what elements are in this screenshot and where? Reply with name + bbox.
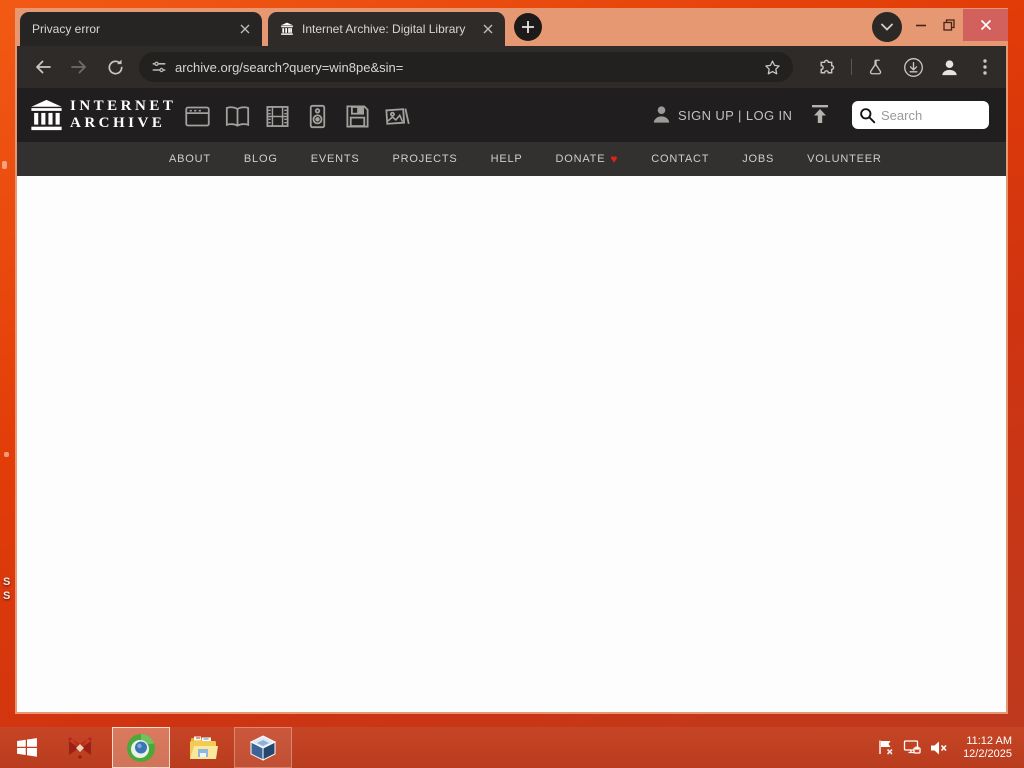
url-text[interactable]: archive.org/search?query=win8pe&sin= <box>175 60 756 75</box>
tab-title: Privacy error <box>32 22 101 36</box>
red-app-icon <box>68 736 92 759</box>
taskbar-clock[interactable]: 11:12 AM 12/2/2025 <box>963 735 1012 761</box>
reload-icon <box>107 59 123 75</box>
wordmark-line2: ARCHIVE <box>70 115 166 131</box>
profile-avatar-icon <box>941 59 957 75</box>
windows-logo-icon <box>17 738 37 757</box>
person-icon <box>651 104 672 125</box>
forward-button[interactable] <box>67 55 91 79</box>
tab-search-button[interactable] <box>872 12 902 42</box>
system-tray: 11:12 AM 12/2/2025 <box>877 727 1024 768</box>
close-window-button[interactable] <box>963 9 1008 41</box>
close-icon[interactable] <box>237 21 253 37</box>
signup-login-link[interactable]: SIGN UP | LOG IN <box>678 108 792 123</box>
browser-menu-button[interactable] <box>973 55 997 79</box>
texts-media-icon[interactable] <box>223 102 251 130</box>
volume-muted-icon[interactable] <box>930 740 948 756</box>
file-explorer-icon <box>190 736 218 759</box>
tab-title: Internet Archive: Digital Library <box>302 22 466 36</box>
network-status-icon[interactable] <box>903 739 921 756</box>
wordmark-line1: INTERNET <box>70 98 177 114</box>
nav-item-about[interactable]: ABOUT <box>169 153 211 165</box>
extensions-puzzle-icon <box>820 59 834 73</box>
tab-privacy-error[interactable]: Privacy error <box>20 12 262 46</box>
nav-item-jobs[interactable]: JOBS <box>742 153 774 165</box>
audio-media-icon[interactable] <box>303 102 331 130</box>
nav-item-volunteer[interactable]: VOLUNTEER <box>807 153 881 165</box>
nav-item-donate[interactable]: DONATE ♥ <box>556 153 619 165</box>
forward-icon <box>71 60 86 74</box>
chevron-down-icon <box>881 23 893 31</box>
download-icon <box>903 57 923 77</box>
back-button[interactable] <box>31 55 55 79</box>
minimize-button[interactable] <box>907 8 935 42</box>
nav-item-projects[interactable]: PROJECTS <box>393 153 458 165</box>
profile-button[interactable] <box>937 55 961 79</box>
bookmark-star-icon[interactable] <box>764 59 781 76</box>
downloads-button[interactable] <box>901 55 925 79</box>
action-center-flag-icon[interactable] <box>877 739 894 756</box>
site-nav-bar: ABOUT BLOG EVENTS PROJECTS HELP DONATE ♥… <box>17 142 1006 176</box>
windows-taskbar: 11:12 AM 12/2/2025 <box>0 727 1024 768</box>
close-icon <box>980 19 992 31</box>
browser-window: Privacy error Internet Archive: Digital … <box>15 8 1008 714</box>
nav-donate-label: DONATE <box>555 153 606 165</box>
video-media-icon[interactable] <box>263 102 291 130</box>
labs-button[interactable] <box>864 55 888 79</box>
tab-strip: Privacy error Internet Archive: Digital … <box>15 8 1008 46</box>
kebab-menu-icon <box>983 59 987 75</box>
virtualbox-icon <box>249 734 277 761</box>
images-media-icon[interactable] <box>383 102 411 130</box>
site-search-box[interactable] <box>852 101 989 129</box>
nav-item-events[interactable]: EVENTS <box>311 153 360 165</box>
url-address-bar[interactable]: archive.org/search?query=win8pe&sin= <box>139 52 793 82</box>
start-button[interactable] <box>2 727 52 768</box>
extensions-button[interactable] <box>813 55 837 79</box>
site-settings-icon[interactable] <box>151 59 167 75</box>
browser-toolbar: archive.org/search?query=win8pe&sin= <box>17 46 1006 88</box>
web-media-icon[interactable] <box>183 102 211 130</box>
internet-archive-logo-icon[interactable] <box>30 97 63 133</box>
chromium-browser-icon <box>127 733 155 762</box>
tab-internet-archive[interactable]: Internet Archive: Digital Library <box>268 12 505 46</box>
internet-archive-header: INTERNET ARCHIVE SIGN UP | LOG IN <box>17 88 1006 142</box>
nav-item-help[interactable]: HELP <box>491 153 523 165</box>
back-icon <box>36 60 51 74</box>
clock-time: 11:12 AM <box>966 734 1012 747</box>
site-search-input[interactable] <box>881 107 981 123</box>
red-app-taskbar-button[interactable] <box>56 727 104 768</box>
clock-date: 12/2/2025 <box>963 747 1012 760</box>
minimize-icon <box>915 19 927 31</box>
maximize-button[interactable] <box>935 8 963 42</box>
file-explorer-taskbar-button[interactable] <box>178 727 228 768</box>
desktop-icon-fragment <box>2 161 7 169</box>
reload-button[interactable] <box>103 55 127 79</box>
flask-icon <box>869 59 882 75</box>
upload-icon[interactable] <box>808 102 832 126</box>
virtualbox-taskbar-button[interactable] <box>234 727 292 768</box>
desktop-icon-label-fragment: S <box>3 576 11 588</box>
nav-item-blog[interactable]: BLOG <box>244 153 278 165</box>
desktop-icon-fragment <box>4 452 9 457</box>
software-media-icon[interactable] <box>343 102 371 130</box>
page-content-blank <box>17 176 1006 712</box>
close-icon[interactable] <box>480 21 496 37</box>
internet-archive-favicon-icon <box>280 22 294 36</box>
new-tab-button[interactable] <box>514 13 542 41</box>
heart-icon: ♥ <box>610 152 619 166</box>
chromium-taskbar-button[interactable] <box>112 727 170 768</box>
nav-item-contact[interactable]: CONTACT <box>651 153 709 165</box>
maximize-restore-icon <box>943 19 955 31</box>
desktop-icon-label-fragment: S <box>3 590 11 602</box>
magnifier-icon <box>859 107 876 124</box>
toolbar-divider <box>851 59 852 75</box>
internet-archive-wordmark[interactable]: INTERNET ARCHIVE <box>70 98 176 132</box>
